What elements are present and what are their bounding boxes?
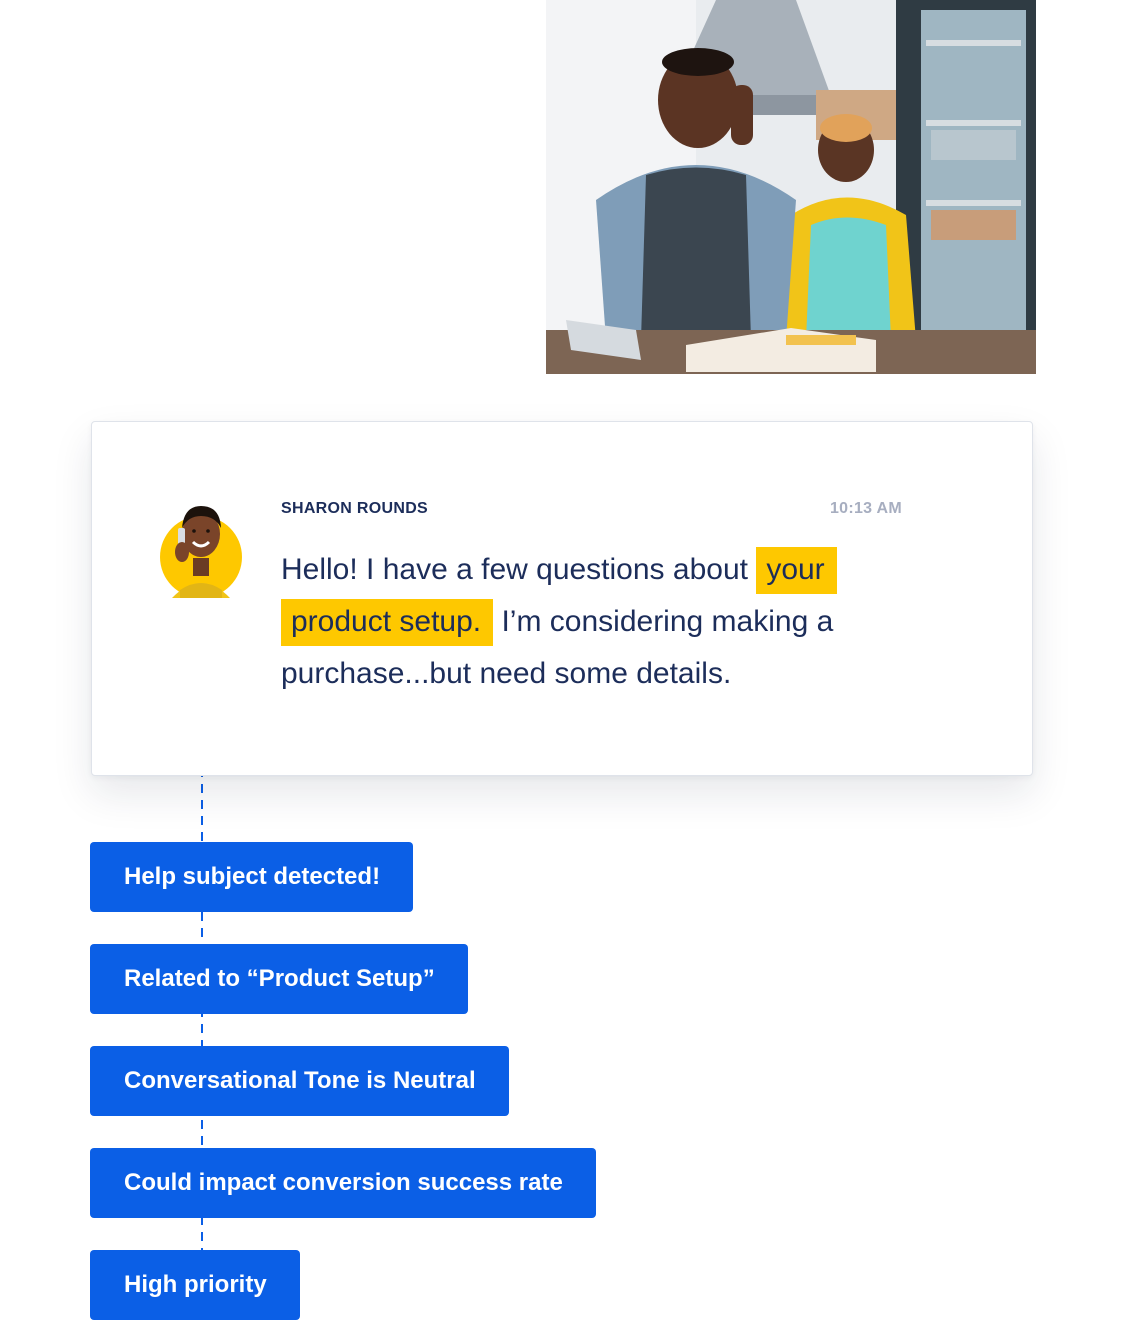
tag-priority: High priority (90, 1250, 300, 1320)
cafe-workers-photo (546, 0, 1036, 374)
tag-conversational-tone: Conversational Tone is Neutral (90, 1046, 509, 1116)
tag-related-topic: Related to “Product Setup” (90, 944, 468, 1014)
tag-help-subject-detected: Help subject detected! (90, 842, 414, 912)
message-timestamp: 10:13 AM (829, 500, 902, 517)
tag-conversion-impact: Could impact conversion success rate (90, 1148, 596, 1218)
avatar (160, 498, 242, 598)
sender-name: SHARON ROUNDS (281, 500, 429, 517)
message-card: SHARON ROUNDS 10:13 AM Hello! I have a f… (91, 421, 1033, 776)
message-text: Hello! I have a few questions about your… (281, 544, 921, 700)
message-text-before: Hello! I have a few questions about (281, 553, 757, 586)
